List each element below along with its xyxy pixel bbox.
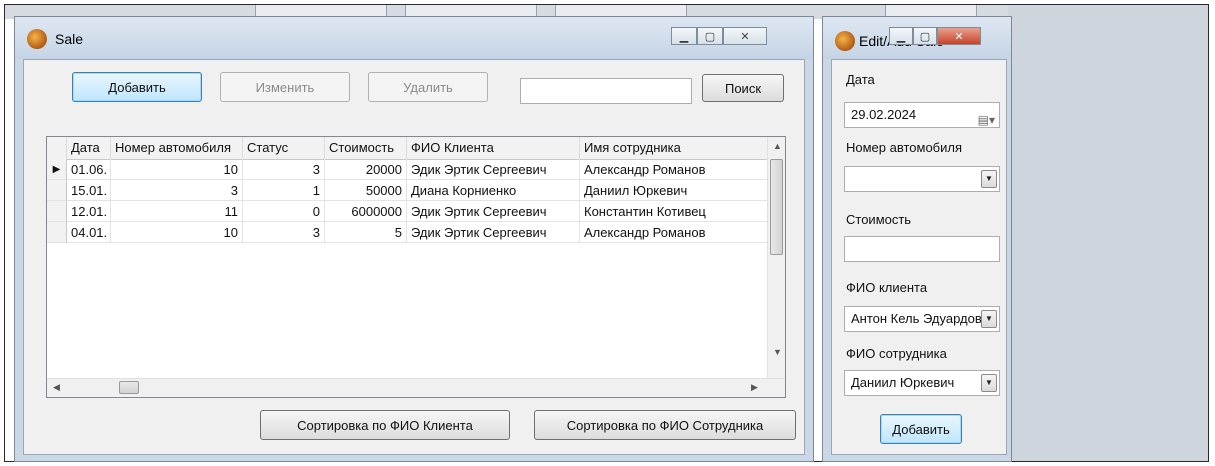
cell-date[interactable]: 15.01.	[67, 180, 111, 201]
close-button[interactable]: ✕	[723, 27, 767, 45]
cell-employee[interactable]: Константин Котивец	[580, 201, 770, 222]
column-header-cost[interactable]: Стоимость	[325, 137, 407, 159]
cell-client[interactable]: Диана Корниенко	[407, 180, 580, 201]
chevron-down-icon[interactable]: ▼	[981, 374, 997, 392]
cell-employee[interactable]: Александр Романов	[580, 222, 770, 243]
cost-input[interactable]	[844, 236, 1000, 262]
cell-client[interactable]: Эдик Эртик Сергеевич	[407, 159, 580, 180]
scroll-down-arrow-icon[interactable]: ▼	[773, 347, 782, 357]
cell-cost[interactable]: 20000	[325, 159, 407, 180]
column-header-car[interactable]: Номер автомобиля	[111, 137, 243, 159]
chevron-down-icon[interactable]: ▼	[981, 170, 997, 188]
current-row-indicator: ▶	[47, 159, 67, 180]
row-header-corner	[47, 137, 67, 159]
sale-window-content: Добавить Изменить Удалить Поиск Дата Ном…	[23, 59, 805, 455]
table-row[interactable]: 12.01. 11 0 6000000 Эдик Эртик Сергеевич…	[47, 201, 770, 222]
cell-cost[interactable]: 50000	[325, 180, 407, 201]
column-header-employee[interactable]: Имя сотрудника	[580, 137, 770, 159]
date-value: 29.02.2024	[851, 107, 917, 122]
sort-by-employee-button[interactable]: Сортировка по ФИО Сотрудника	[534, 410, 796, 440]
vertical-scrollbar[interactable]: ▲ ▼	[767, 137, 785, 380]
cell-status[interactable]: 3	[243, 159, 325, 180]
app-icon	[835, 31, 855, 51]
edit-window-content: Дата 29.02.2024 ▤▾ Номер автомобиля ▼ Ст…	[831, 59, 1007, 455]
table-row[interactable]: 04.01. 10 3 5 Эдик Эртик Сергеевич Алекс…	[47, 222, 770, 243]
submit-add-button[interactable]: Добавить	[880, 414, 962, 444]
cell-cost[interactable]: 6000000	[325, 201, 407, 222]
sales-grid[interactable]: Дата Номер автомобиля Статус Стоимость Ф…	[46, 136, 786, 398]
table-row[interactable]: ▶ 01.06. 10 3 20000 Эдик Эртик Сергеевич…	[47, 159, 770, 180]
cell-date[interactable]: 04.01.	[67, 222, 111, 243]
add-button[interactable]: Добавить	[72, 72, 202, 102]
date-label: Дата	[846, 72, 875, 87]
cell-car[interactable]: 10	[111, 222, 243, 243]
cell-cost[interactable]: 5	[325, 222, 407, 243]
cell-client[interactable]: Эдик Эртик Сергеевич	[407, 222, 580, 243]
calendar-dropdown-icon[interactable]: ▤▾	[978, 108, 995, 132]
vertical-scroll-thumb[interactable]	[770, 159, 783, 255]
edit-window-titlebar[interactable]: Edit/Add Sale ▁ ▢ ✕	[823, 17, 1011, 59]
sale-window-titlebar[interactable]: Sale ▁ ▢ ✕	[15, 17, 813, 59]
maximize-button[interactable]: ▢	[697, 27, 723, 45]
cell-date[interactable]: 12.01.	[67, 201, 111, 222]
maximize-button[interactable]: ▢	[913, 27, 937, 45]
window-title: Sale	[55, 31, 84, 47]
horizontal-scrollbar[interactable]: ◀ ▶	[47, 378, 785, 397]
column-header-status[interactable]: Статус	[243, 137, 325, 159]
client-label: ФИО клиента	[846, 280, 928, 295]
row-header	[47, 222, 67, 243]
cell-date[interactable]: 01.06.	[67, 159, 111, 180]
cell-car[interactable]: 3	[111, 180, 243, 201]
chevron-down-icon[interactable]: ▼	[981, 310, 997, 328]
car-number-select[interactable]: ▼	[844, 166, 1000, 192]
grid-header: Дата Номер автомобиля Статус Стоимость Ф…	[47, 137, 770, 160]
cost-label: Стоимость	[846, 212, 912, 227]
background-window-right	[1008, 5, 1208, 461]
row-header	[47, 180, 67, 201]
cell-car[interactable]: 10	[111, 159, 243, 180]
scroll-right-arrow-icon[interactable]: ▶	[751, 382, 758, 393]
car-number-label: Номер автомобиля	[846, 140, 963, 155]
minimize-button[interactable]: ▁	[889, 27, 913, 45]
close-button[interactable]: ✕	[937, 27, 981, 45]
scroll-left-arrow-icon[interactable]: ◀	[53, 382, 60, 393]
minimize-button[interactable]: ▁	[671, 27, 697, 45]
delete-button[interactable]: Удалить	[368, 72, 488, 102]
horizontal-scroll-thumb[interactable]	[119, 381, 139, 394]
edit-button[interactable]: Изменить	[220, 72, 350, 102]
app-icon	[27, 29, 47, 49]
edit-add-sale-window: Edit/Add Sale ▁ ▢ ✕ Дата 29.02.2024 ▤▾ Н…	[822, 16, 1012, 462]
cell-car[interactable]: 11	[111, 201, 243, 222]
employee-select[interactable]: Даниил Юркевич ▼	[844, 370, 1000, 396]
scroll-up-arrow-icon[interactable]: ▲	[773, 141, 782, 151]
cell-status[interactable]: 1	[243, 180, 325, 201]
column-header-date[interactable]: Дата	[67, 137, 111, 159]
table-row[interactable]: 15.01. 3 1 50000 Диана Корниенко Даниил …	[47, 180, 770, 201]
cell-client[interactable]: Эдик Эртик Сергеевич	[407, 201, 580, 222]
client-select[interactable]: Антон Кель Эдуардович ▼	[844, 306, 1000, 332]
cell-employee[interactable]: Даниил Юркевич	[580, 180, 770, 201]
employee-label: ФИО сотрудника	[846, 346, 947, 361]
cell-status[interactable]: 0	[243, 201, 325, 222]
sale-window: Sale ▁ ▢ ✕ Добавить Изменить Удалить Пои…	[14, 16, 814, 462]
search-button[interactable]: Поиск	[702, 74, 784, 102]
cell-employee[interactable]: Александр Романов	[580, 159, 770, 180]
cell-status[interactable]: 3	[243, 222, 325, 243]
column-header-client[interactable]: ФИО Клиента	[407, 137, 580, 159]
search-input[interactable]	[520, 78, 692, 104]
client-value: Антон Кель Эдуардович	[851, 311, 996, 326]
date-picker[interactable]: 29.02.2024 ▤▾	[844, 102, 1000, 128]
sort-by-client-button[interactable]: Сортировка по ФИО Клиента	[260, 410, 510, 440]
employee-value: Даниил Юркевич	[851, 375, 955, 390]
row-header	[47, 201, 67, 222]
